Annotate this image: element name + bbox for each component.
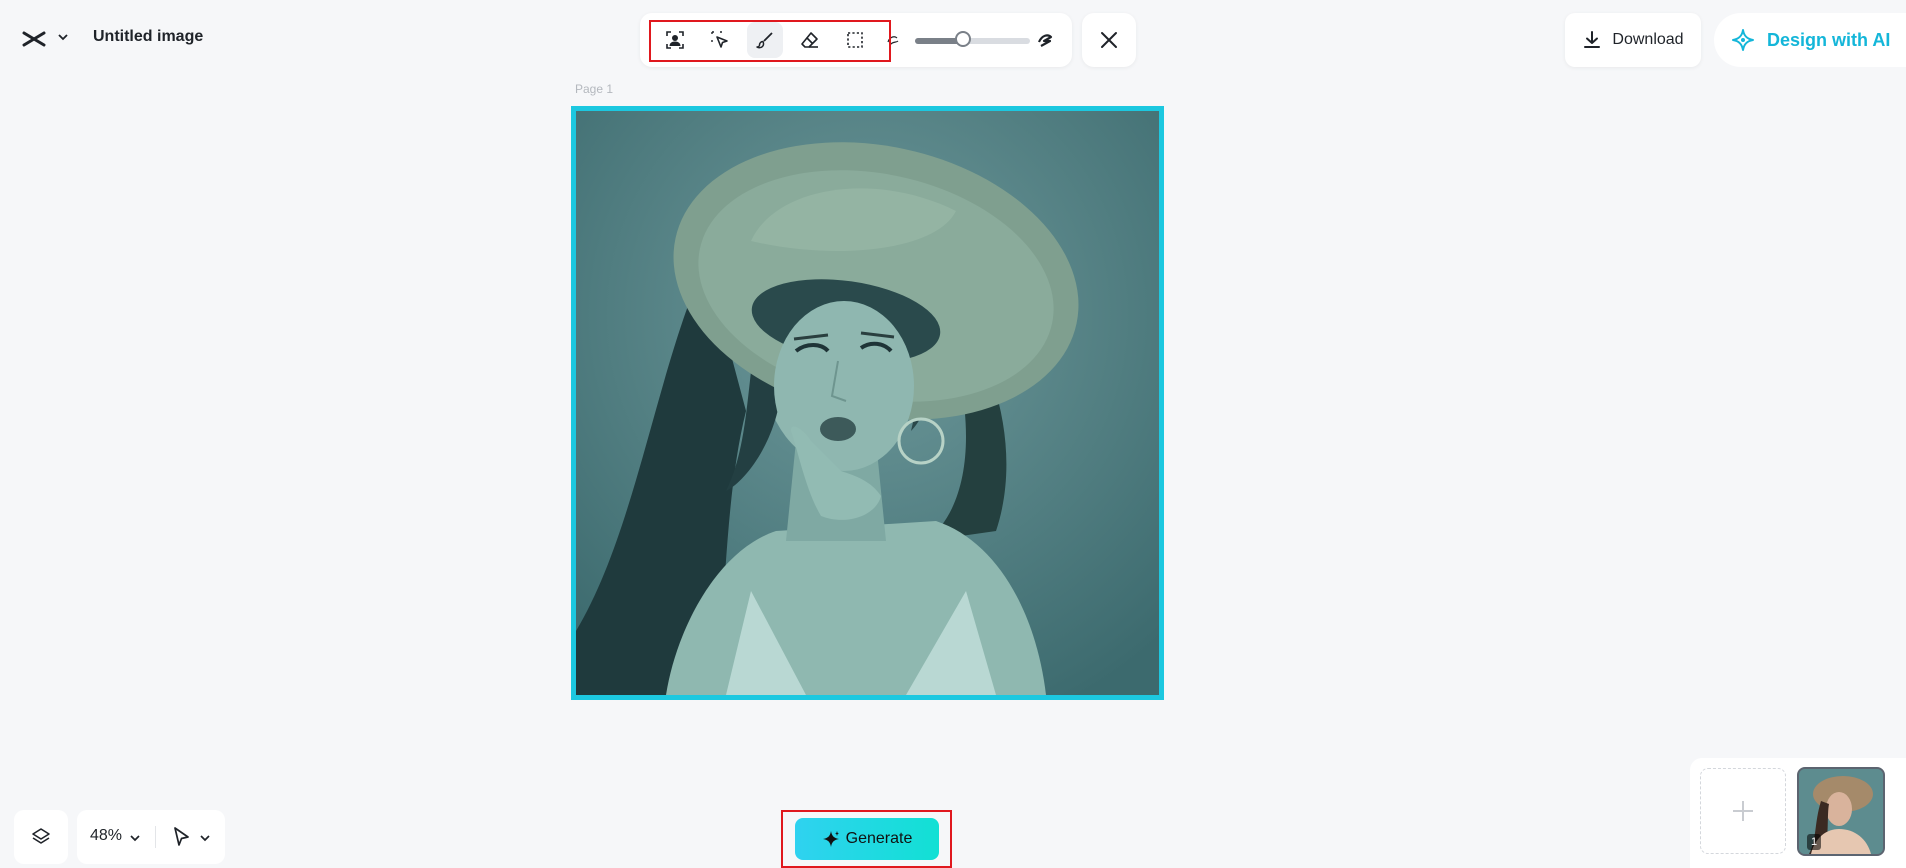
chevron-down-icon[interactable] bbox=[129, 831, 141, 849]
add-page-button[interactable] bbox=[1700, 768, 1786, 854]
design-with-ai-label: Design with AI bbox=[1767, 29, 1891, 50]
generate-button[interactable]: Generate bbox=[795, 818, 939, 860]
chevron-down-icon[interactable] bbox=[199, 831, 211, 849]
download-label: Download bbox=[1612, 31, 1684, 48]
close-icon bbox=[1101, 32, 1117, 48]
design-with-ai-button[interactable]: Design with AI bbox=[1714, 13, 1906, 67]
zoom-controls: 48% bbox=[77, 810, 225, 864]
portrait-photo bbox=[576, 111, 1159, 695]
capcut-logo-icon[interactable] bbox=[22, 26, 48, 52]
close-button[interactable] bbox=[1082, 13, 1136, 67]
document-title[interactable]: Untitled image bbox=[93, 28, 203, 46]
pointer-icon[interactable] bbox=[171, 826, 191, 853]
generate-label: Generate bbox=[845, 830, 913, 847]
page-number-badge: 1 bbox=[1807, 834, 1821, 850]
sparkle-icon bbox=[822, 831, 839, 847]
image-canvas[interactable] bbox=[571, 106, 1164, 700]
divider bbox=[155, 826, 156, 848]
ai-sparkle-icon bbox=[1732, 29, 1754, 51]
layers-icon bbox=[32, 828, 50, 844]
chevron-down-icon[interactable] bbox=[56, 30, 70, 44]
download-button[interactable]: Download bbox=[1565, 13, 1701, 67]
tool-group-highlight bbox=[649, 20, 891, 62]
download-icon bbox=[1584, 31, 1601, 48]
brush-large-icon bbox=[1033, 22, 1057, 58]
page-thumbnail[interactable]: 1 bbox=[1797, 767, 1885, 856]
plus-icon bbox=[1733, 801, 1753, 821]
page-label: Page 1 bbox=[575, 82, 614, 96]
zoom-level[interactable]: 48% bbox=[90, 827, 122, 845]
layers-button[interactable] bbox=[14, 810, 68, 864]
